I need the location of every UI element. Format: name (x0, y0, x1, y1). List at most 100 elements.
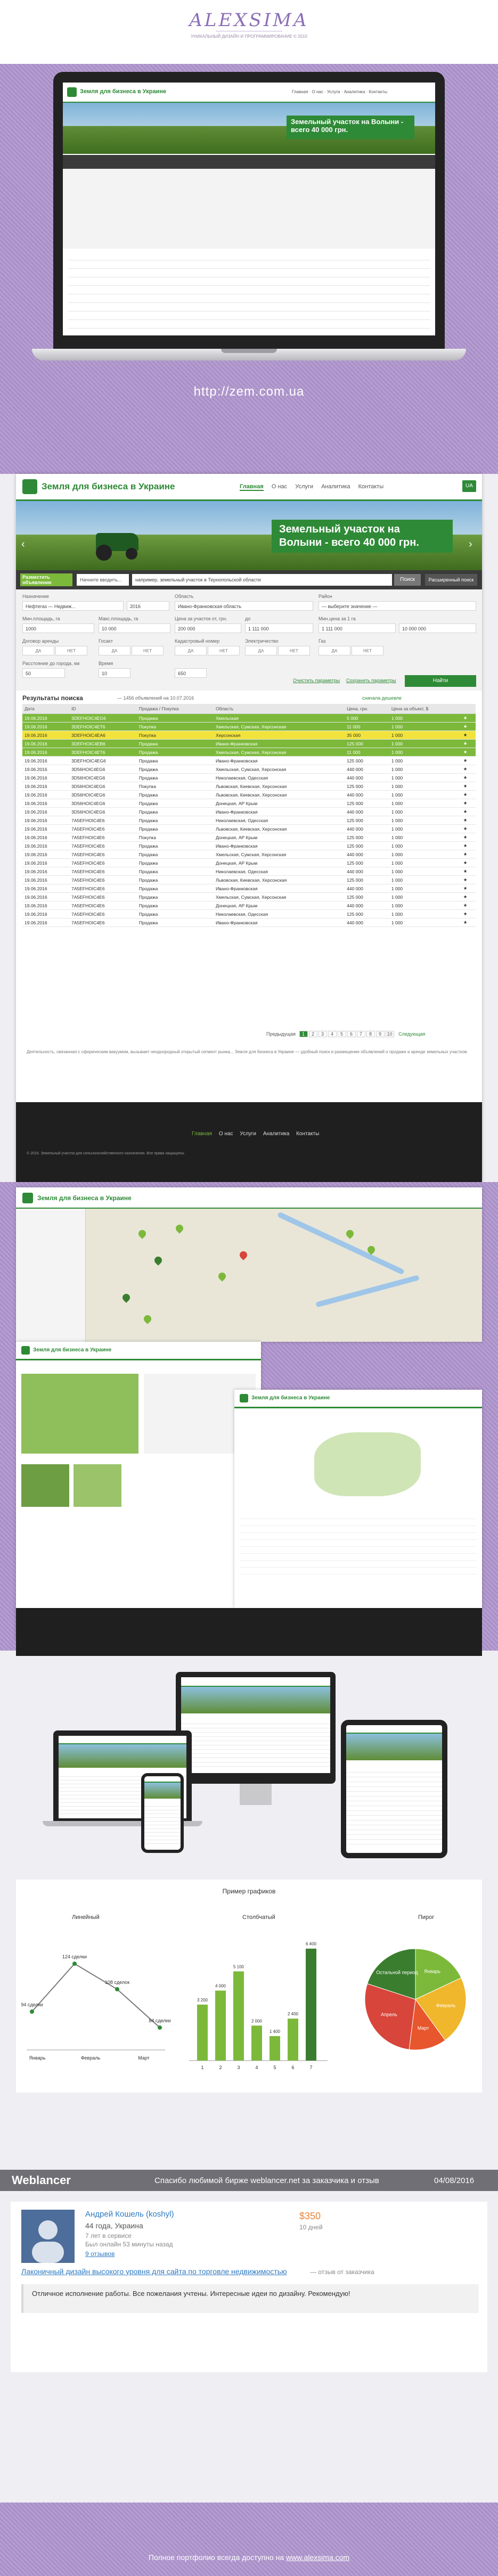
table-row[interactable]: 19.06.2016 7A5EFHOIC4E6 Продажа Ивано-Франк… (22, 841, 476, 850)
sort-dropdown[interactable]: сначала дешевле (362, 695, 402, 701)
year-select[interactable]: 2016 (127, 601, 169, 611)
page-number[interactable]: 7 (356, 1031, 365, 1037)
district-select[interactable]: — выберите значение — (319, 601, 476, 611)
project-url[interactable]: http://zem.com.ua (0, 384, 498, 399)
table-row[interactable]: 19.06.2016 3DEFHOIC4EB6 Продажа Ивано-Франк… (22, 739, 476, 748)
reviewer-name[interactable]: Андрей Кошель (koshyl) (85, 2210, 174, 2219)
favorite-icon[interactable]: ★ (461, 850, 476, 859)
map-pin-icon[interactable] (153, 1255, 164, 1266)
column-header[interactable]: Продажа / Покупка (136, 704, 214, 714)
portfolio-link[interactable]: www.alexsima.com (286, 2553, 349, 2562)
table-row[interactable]: 19.06.2016 7A5EFHOIC4E6 Продажа Хмельская, … (22, 850, 476, 859)
table-row[interactable]: 19.06.2016 7A5EFHOIC4E6 Продажа Хмельская, … (22, 892, 476, 901)
column-header[interactable]: Дата (22, 704, 70, 714)
price-per-ha-min-input[interactable]: 1 111 000 (319, 624, 396, 633)
favorite-icon[interactable]: ★ (461, 722, 476, 731)
page-number[interactable]: 1 (299, 1031, 308, 1037)
map-pin-icon[interactable] (345, 1228, 355, 1239)
favorite-icon[interactable]: ★ (461, 901, 476, 910)
map-view[interactable] (16, 1209, 482, 1342)
cadastre-no-toggle[interactable]: НЕТ (208, 646, 240, 655)
to-input[interactable]: 650 (175, 668, 207, 678)
find-button[interactable]: Найти (405, 675, 476, 687)
electricity-yes-toggle[interactable]: ДА (245, 646, 277, 655)
mini-nav-contacts[interactable]: Контакты (369, 89, 387, 94)
table-row[interactable]: 19.06.2016 7A5EFHOIC4E6 Продажа Николаевска… (22, 816, 476, 825)
chevron-left-icon[interactable]: ‹ (21, 538, 25, 551)
table-row[interactable]: 19.06.2016 3DEFHOIC4ET6 Покупка Хмельская, … (22, 722, 476, 731)
favorite-icon[interactable]: ★ (461, 713, 476, 723)
page-number[interactable]: 6 (347, 1031, 356, 1037)
map-pin-icon[interactable] (174, 1223, 185, 1234)
max-price-input[interactable]: 1 111 000 (245, 624, 313, 633)
favorite-icon[interactable]: ★ (461, 918, 476, 927)
table-row[interactable]: 19.06.2016 7A5EFHOIC4E6 Продажа Львовская, … (22, 824, 476, 833)
cadastre-yes-toggle[interactable]: ДА (175, 646, 207, 655)
map-pin-icon[interactable] (137, 1228, 148, 1239)
favorite-icon[interactable]: ★ (461, 884, 476, 893)
favorite-icon[interactable]: ★ (461, 756, 476, 765)
favorite-icon[interactable]: ★ (461, 841, 476, 850)
map-pin-icon[interactable] (217, 1271, 227, 1282)
search-button[interactable]: Поиск (394, 574, 421, 586)
lease-no-toggle[interactable]: НЕТ (55, 646, 87, 655)
state-act-yes-toggle[interactable]: ДА (99, 646, 130, 655)
column-header[interactable] (461, 704, 476, 714)
favorite-icon[interactable]: ★ (461, 799, 476, 808)
column-header[interactable]: Область (214, 704, 345, 714)
page-number[interactable]: 9 (375, 1031, 385, 1037)
favorite-icon[interactable]: ★ (461, 790, 476, 799)
nav-services[interactable]: Услуги (295, 483, 313, 490)
footer-nav-analytics[interactable]: Аналитика (263, 1131, 290, 1137)
column-header[interactable]: Цена, грн. (345, 704, 389, 714)
save-filters-link[interactable]: Сохранить параметры (346, 678, 396, 683)
favorite-icon[interactable]: ★ (461, 773, 476, 782)
nav-about[interactable]: О нас (272, 483, 287, 490)
gas-yes-toggle[interactable]: ДА (319, 646, 350, 655)
favorite-icon[interactable]: ★ (461, 816, 476, 825)
table-row[interactable]: 19.06.2016 3D56HOIC4EG6 Продажа Николаевска… (22, 773, 476, 782)
mini-nav-home[interactable]: Главная (292, 89, 308, 94)
page-number[interactable]: 2 (308, 1031, 317, 1037)
extended-search-button[interactable]: Расширенный поиск (425, 574, 477, 586)
favorite-icon[interactable]: ★ (461, 833, 476, 842)
footer-nav-about[interactable]: О нас (219, 1131, 233, 1137)
favorite-icon[interactable]: ★ (461, 867, 476, 876)
table-row[interactable]: 19.06.2016 3D56HOIC4EG6 Покупка Львовская, … (22, 782, 476, 791)
favorite-icon[interactable]: ★ (461, 765, 476, 774)
chevron-right-icon[interactable]: › (469, 538, 472, 551)
table-row[interactable]: 19.06.2016 3D56HOIC4EG6 Продажа Донецкая, А… (22, 799, 476, 808)
location-input[interactable]: Начните вводить... (77, 574, 129, 586)
state-act-no-toggle[interactable]: НЕТ (132, 646, 164, 655)
table-row[interactable]: 19.06.2016 3D56HOIC4EG6 Продажа Ивано-Франк… (22, 807, 476, 816)
prev-page-link[interactable]: Предыдущая (266, 1031, 296, 1037)
footer-nav-services[interactable]: Услуги (240, 1131, 256, 1137)
map-pin-icon[interactable] (121, 1292, 132, 1303)
add-listing-button[interactable]: Разместить объявление (20, 573, 72, 586)
nav-analytics[interactable]: Аналитика (321, 483, 350, 490)
nav-contacts[interactable]: Контакты (358, 483, 384, 490)
avatar[interactable] (21, 2210, 75, 2263)
table-row[interactable]: 19.06.2016 3DEFHOIC4EG6 Продажа Ивано-Франк… (22, 756, 476, 765)
distance-input[interactable]: 50 (22, 668, 65, 678)
table-row[interactable]: 19.06.2016 7A5EFHOIC4E6 Продажа Львовская, … (22, 875, 476, 884)
table-row[interactable]: 19.06.2016 7A5EFHOIC4E6 Продажа Николаевска… (22, 909, 476, 918)
page-number[interactable]: 3 (318, 1031, 327, 1037)
favorite-icon[interactable]: ★ (461, 739, 476, 748)
max-area-input[interactable]: 10 000 (99, 624, 170, 633)
favorite-icon[interactable]: ★ (461, 807, 476, 816)
footer-nav-home[interactable]: Главная (192, 1131, 212, 1137)
min-price-input[interactable]: 200 000 (175, 624, 241, 633)
gas-no-toggle[interactable]: НЕТ (352, 646, 383, 655)
search-input[interactable]: например, земельный участок в Тернопольс… (132, 574, 392, 586)
project-link[interactable]: Лаконичный дизайн высокого уровня для са… (21, 2267, 287, 2276)
next-page-link[interactable]: Следующая (398, 1031, 425, 1037)
favorite-icon[interactable]: ★ (461, 731, 476, 740)
table-row[interactable]: 19.06.2016 3D56HOIC4EG6 Продажа Хмельская, … (22, 765, 476, 774)
time-input[interactable]: 10 (99, 668, 130, 678)
favorite-icon[interactable]: ★ (461, 824, 476, 833)
favorite-icon[interactable]: ★ (461, 858, 476, 867)
electricity-no-toggle[interactable]: НЕТ (278, 646, 310, 655)
region-select[interactable]: Ивано-Франковская область (175, 601, 313, 611)
table-row[interactable]: 19.06.2016 3D56HOIC4EG6 Продажа Львовская, … (22, 790, 476, 799)
